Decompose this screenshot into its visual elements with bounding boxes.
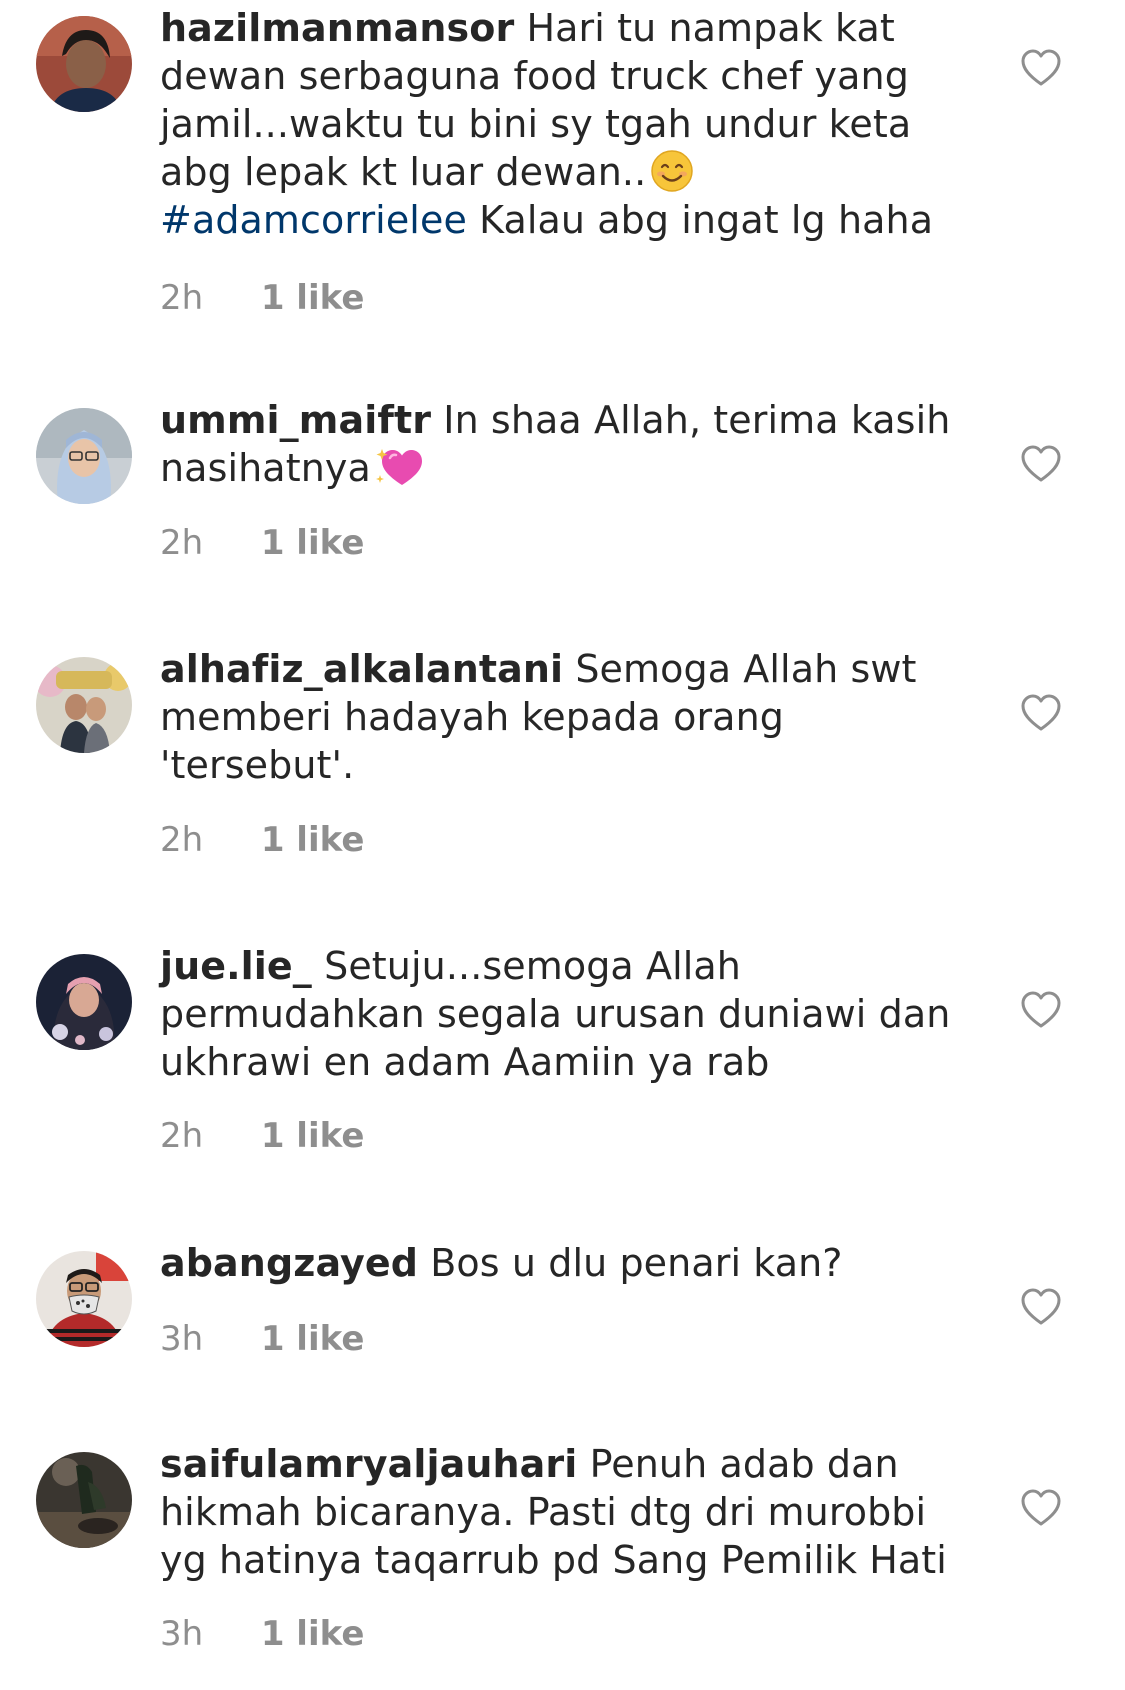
hashtag-link[interactable]: #adamcorrielee xyxy=(160,198,467,242)
comment-username[interactable]: saifulamryaljauhari xyxy=(160,1442,577,1486)
like-heart-icon[interactable] xyxy=(1020,445,1062,483)
comment-username[interactable]: jue.lie_ xyxy=(160,944,312,988)
comment-time: 3h xyxy=(160,1319,204,1359)
comment-time: 2h xyxy=(160,523,204,563)
comment-likes[interactable]: 1 like xyxy=(261,1614,365,1654)
comment-time: 3h xyxy=(160,1614,204,1654)
comment-time: 2h xyxy=(160,278,204,318)
comment-username[interactable]: ummi_maiftr xyxy=(160,398,431,442)
smiling-face-emoji-icon xyxy=(651,150,694,192)
comment-likes[interactable]: 1 like xyxy=(261,523,365,563)
comment-body: abangzayed Bos u dlu penari kan? xyxy=(160,1239,960,1287)
comment-meta: 2h 1 like xyxy=(160,523,364,563)
comment-body: alhafiz_alkalantani Semoga Allah swt mem… xyxy=(160,645,960,789)
like-heart-icon[interactable] xyxy=(1020,991,1062,1029)
comment-meta: 2h 1 like xyxy=(160,820,364,860)
comment-username[interactable]: abangzayed xyxy=(160,1241,418,1285)
comment-text: Kalau abg ingat lg haha xyxy=(479,198,934,242)
comment-meta: 2h 1 like xyxy=(160,1116,364,1156)
comments-list: hazilmanmansor Hari tu nampak kat dewan … xyxy=(0,0,1125,1690)
comment-text: Bos u dlu penari kan? xyxy=(430,1241,843,1285)
comment-likes[interactable]: 1 like xyxy=(261,1116,365,1156)
avatar[interactable] xyxy=(36,16,132,112)
comment-meta: 2h 1 like xyxy=(160,278,364,318)
comment-meta: 3h 1 like xyxy=(160,1319,364,1359)
comment-username[interactable]: hazilmanmansor xyxy=(160,6,514,50)
like-heart-icon[interactable] xyxy=(1020,1288,1062,1326)
comment-body: jue.lie_ Setuju...semoga Allah permudahk… xyxy=(160,942,960,1086)
avatar[interactable] xyxy=(36,1251,132,1347)
comment-meta: 3h 1 like xyxy=(160,1614,364,1654)
comment-likes[interactable]: 1 like xyxy=(261,1319,365,1359)
comment-body: saifulamryaljauhari Penuh adab dan hikma… xyxy=(160,1440,960,1584)
comment-body: ummi_maiftr In shaa Allah, terima kasih … xyxy=(160,396,960,492)
like-heart-icon[interactable] xyxy=(1020,694,1062,732)
comment-likes[interactable]: 1 like xyxy=(261,278,365,318)
like-heart-icon[interactable] xyxy=(1020,49,1062,87)
comment-time: 2h xyxy=(160,1116,204,1156)
like-heart-icon[interactable] xyxy=(1020,1489,1062,1527)
avatar[interactable] xyxy=(36,657,132,753)
avatar[interactable] xyxy=(36,1452,132,1548)
comment-body: hazilmanmansor Hari tu nampak kat dewan … xyxy=(160,4,960,244)
comment-likes[interactable]: 1 like xyxy=(261,820,365,860)
avatar[interactable] xyxy=(36,954,132,1050)
avatar[interactable] xyxy=(36,408,132,504)
comment-username[interactable]: alhafiz_alkalantani xyxy=(160,647,563,691)
sparkling-heart-emoji-icon xyxy=(375,449,422,485)
comment-time: 2h xyxy=(160,820,204,860)
